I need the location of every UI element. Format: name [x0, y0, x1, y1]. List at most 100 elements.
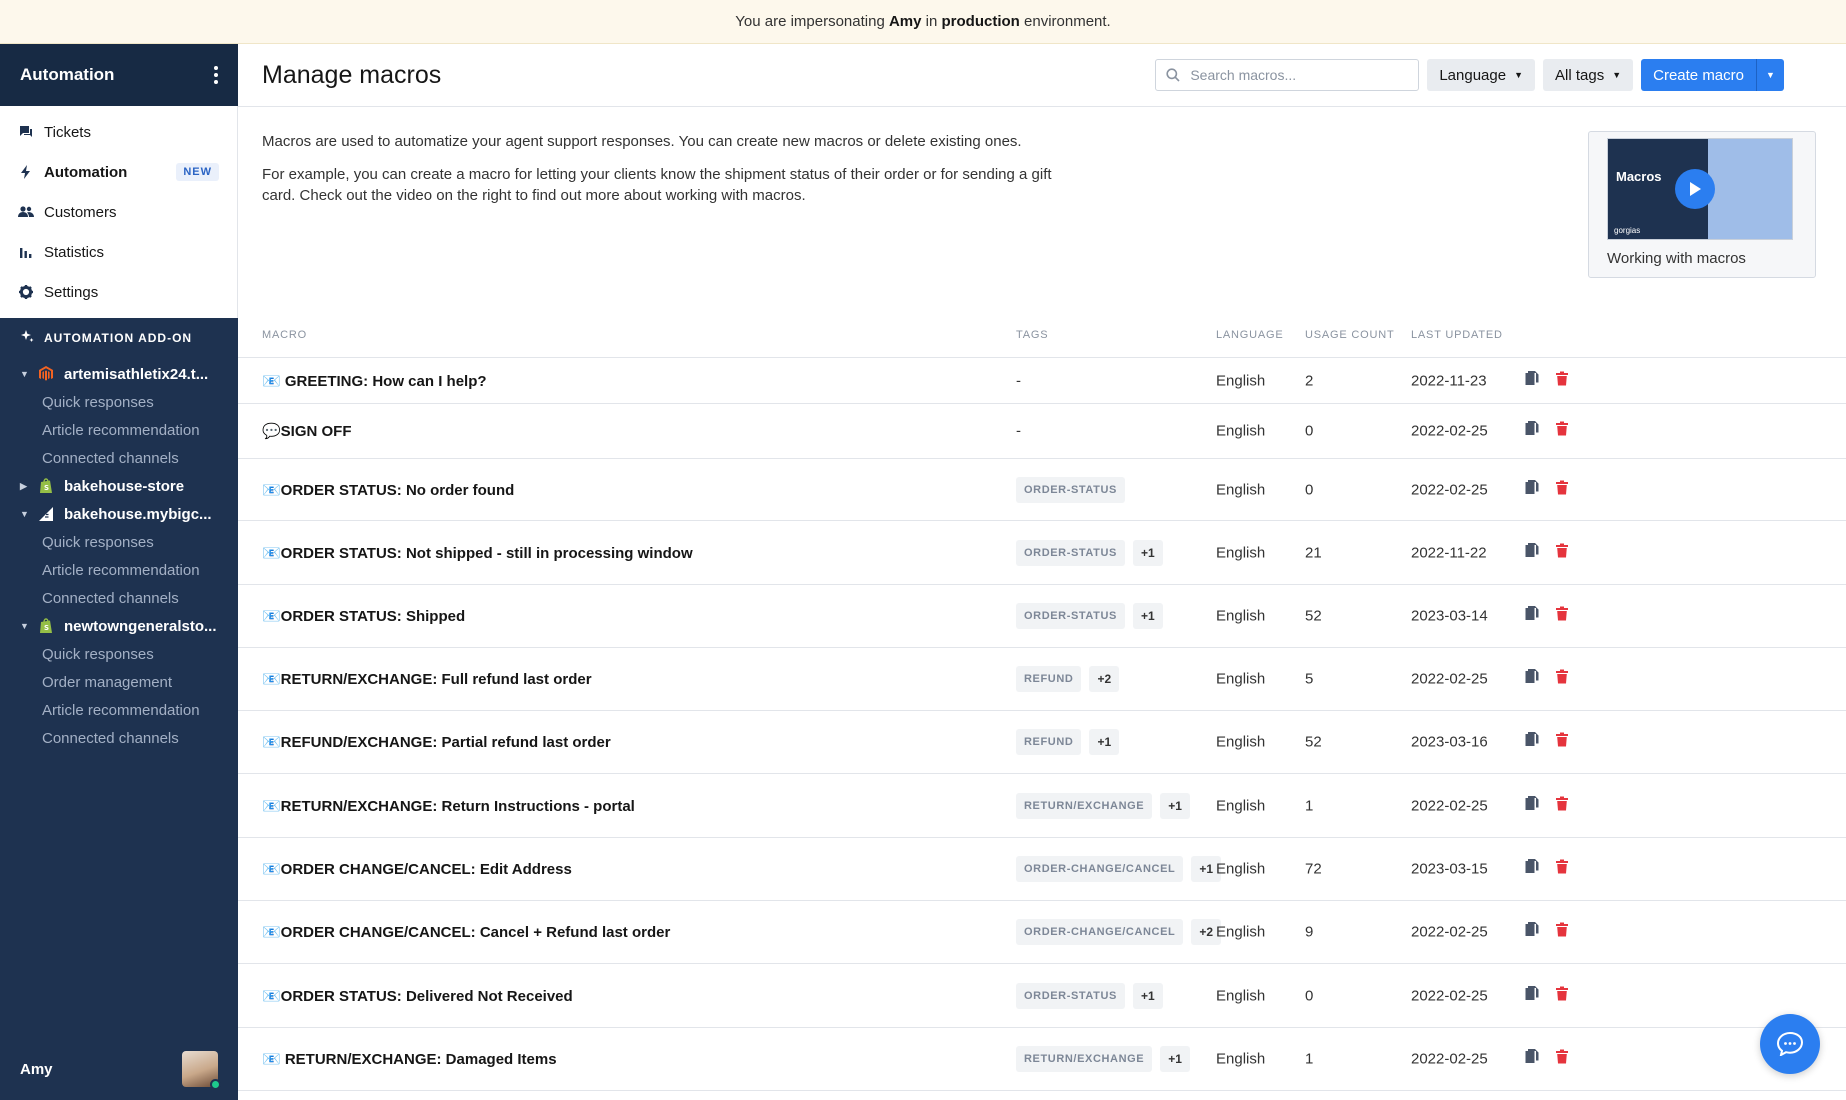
chevron-down-icon[interactable]: ▼: [20, 621, 34, 631]
avatar[interactable]: [182, 1051, 221, 1090]
macro-name[interactable]: 📧ORDER CHANGE/CANCEL: Edit Address: [262, 860, 572, 878]
play-icon[interactable]: [1675, 169, 1715, 209]
table-row[interactable]: 📧 RETURN/EXCHANGE: Damaged Items RETURN/E…: [238, 1028, 1846, 1091]
duplicate-icon[interactable]: [1525, 985, 1539, 1006]
delete-icon[interactable]: [1556, 421, 1568, 441]
tag-badge[interactable]: REFUND: [1016, 729, 1082, 755]
tag-badge[interactable]: RETURN/EXCHANGE: [1016, 1046, 1153, 1072]
tag-badge[interactable]: ORDER-STATUS: [1016, 539, 1125, 566]
tag-badge[interactable]: ORDER-STATUS: [1016, 603, 1125, 629]
duplicate-icon[interactable]: [1525, 421, 1539, 442]
duplicate-icon[interactable]: [1525, 370, 1539, 391]
store-newtowngeneralstore[interactable]: ▼ S newtowngeneralsto...: [0, 612, 238, 640]
store-article-recommendation[interactable]: Article recommendation: [0, 416, 238, 444]
macro-name[interactable]: 📧ORDER STATUS: Shipped: [262, 607, 465, 625]
delete-icon[interactable]: [1556, 732, 1568, 752]
macro-name[interactable]: 📧ORDER STATUS: Delivered Not Received: [262, 987, 573, 1005]
video-thumbnail[interactable]: Macros gorgias: [1607, 138, 1793, 240]
more-tags-badge[interactable]: +2: [1089, 666, 1120, 692]
macro-name[interactable]: 💬SIGN OFF: [262, 422, 352, 440]
chat-launcher-button[interactable]: [1760, 1014, 1820, 1074]
store-article-recommendation[interactable]: Article recommendation: [0, 556, 238, 584]
store-quick-responses[interactable]: Quick responses: [0, 528, 238, 556]
macro-name[interactable]: 📧 RETURN/EXCHANGE: Damaged Items: [262, 1050, 557, 1068]
table-row[interactable]: 📧ORDER STATUS: Not shipped - still in pr…: [238, 521, 1846, 585]
duplicate-icon[interactable]: [1525, 479, 1539, 500]
tags-dropdown[interactable]: All tags ▼: [1543, 59, 1634, 91]
store-connected-channels[interactable]: Connected channels: [0, 724, 238, 752]
video-card[interactable]: Macros gorgias Working with macros: [1588, 131, 1816, 278]
language-dropdown[interactable]: Language ▼: [1427, 59, 1535, 91]
macro-name[interactable]: 📧ORDER STATUS: No order found: [262, 481, 514, 499]
delete-icon[interactable]: [1556, 796, 1568, 815]
table-row[interactable]: 📧REFUND/EXCHANGE: Partial refund last or…: [238, 711, 1846, 774]
table-row[interactable]: 📧ORDER CHANGE/CANCEL: Edit Address ORDER-…: [238, 838, 1846, 901]
tag-badge[interactable]: ORDER-STATUS: [1016, 982, 1125, 1009]
macro-name[interactable]: 📧ORDER STATUS: Not shipped - still in pr…: [262, 544, 693, 562]
table-row[interactable]: 📧ORDER CHANGE/CANCEL: Cancel + Refund la…: [238, 901, 1846, 964]
table-row[interactable]: 📧ORDER STATUS: Shipped ORDER-STATUS +1 Engl…: [238, 585, 1846, 648]
delete-icon[interactable]: [1556, 859, 1568, 879]
more-tags-badge[interactable]: +1: [1160, 1046, 1190, 1072]
store-connected-channels[interactable]: Connected channels: [0, 444, 238, 472]
sidebar-item-customers[interactable]: Customers: [0, 192, 237, 232]
store-article-recommendation[interactable]: Article recommendation: [0, 696, 238, 724]
duplicate-icon[interactable]: [1525, 859, 1539, 880]
duplicate-icon[interactable]: [1525, 669, 1539, 690]
tag-badge[interactable]: REFUND: [1016, 666, 1082, 692]
duplicate-icon[interactable]: [1525, 922, 1539, 943]
table-row[interactable]: 📧RETURN/EXCHANGE: Return Instructions - …: [238, 774, 1846, 838]
macro-name[interactable]: 📧RETURN/EXCHANGE: Return Instructions - …: [262, 797, 635, 815]
table-row[interactable]: 📧ORDER STATUS: Delivered Not Received ORD…: [238, 964, 1846, 1028]
create-macro-dropdown-icon[interactable]: ▼: [1756, 59, 1784, 91]
delete-icon[interactable]: [1556, 480, 1568, 499]
sidebar-item-tickets[interactable]: Tickets: [0, 112, 237, 152]
tag-badge[interactable]: ORDER-CHANGE/CANCEL: [1016, 919, 1184, 945]
create-macro-button[interactable]: Create macro: [1641, 59, 1756, 91]
store-quick-responses[interactable]: Quick responses: [0, 388, 238, 416]
tag-badge[interactable]: ORDER-STATUS: [1016, 476, 1125, 503]
sidebar-item-settings[interactable]: Settings: [0, 272, 237, 312]
duplicate-icon[interactable]: [1525, 606, 1539, 627]
macro-name[interactable]: 📧ORDER CHANGE/CANCEL: Cancel + Refund la…: [262, 923, 670, 941]
duplicate-icon[interactable]: [1525, 1049, 1539, 1070]
kebab-menu-icon[interactable]: [214, 66, 218, 84]
sidebar-item-automation[interactable]: Automation NEW: [0, 152, 237, 192]
delete-icon[interactable]: [1556, 1049, 1568, 1069]
macro-name[interactable]: 📧 GREETING: How can I help?: [262, 372, 487, 390]
search-input[interactable]: [1190, 67, 1391, 83]
more-tags-badge[interactable]: +1: [1132, 603, 1163, 629]
store-bakehouse-mybigcommerce[interactable]: ▼ bakehouse.mybigc...: [0, 500, 238, 528]
chevron-down-icon[interactable]: ▼: [20, 369, 34, 379]
store-order-management[interactable]: Order management: [0, 668, 238, 696]
delete-icon[interactable]: [1556, 606, 1568, 626]
duplicate-icon[interactable]: [1525, 795, 1539, 816]
tag-badge[interactable]: ORDER-CHANGE/CANCEL: [1016, 856, 1184, 882]
table-row[interactable]: 📧 GREETING: How can I help? - English 2 2022…: [238, 358, 1846, 404]
store-artemisathletix24[interactable]: ▼ artemisathletix24.t...: [0, 360, 238, 388]
delete-icon[interactable]: [1556, 986, 1568, 1005]
duplicate-icon[interactable]: [1525, 732, 1539, 753]
col-usage-count: USAGE COUNT: [1305, 328, 1395, 341]
more-tags-badge[interactable]: +1: [1160, 792, 1190, 819]
chevron-right-icon[interactable]: ▶: [20, 481, 34, 492]
store-bakehouse-store[interactable]: ▶ S bakehouse-store: [0, 472, 238, 500]
more-tags-badge[interactable]: +1: [1132, 539, 1163, 566]
duplicate-icon[interactable]: [1525, 542, 1539, 563]
macro-name[interactable]: 📧REFUND/EXCHANGE: Partial refund last or…: [262, 733, 611, 751]
macro-name[interactable]: 📧RETURN/EXCHANGE: Full refund last order: [262, 670, 592, 688]
delete-icon[interactable]: [1556, 543, 1568, 562]
delete-icon[interactable]: [1556, 669, 1568, 689]
tag-badge[interactable]: RETURN/EXCHANGE: [1016, 792, 1153, 819]
table-row[interactable]: 📧RETURN/EXCHANGE: Full refund last order…: [238, 648, 1846, 711]
store-connected-channels[interactable]: Connected channels: [0, 584, 238, 612]
delete-icon[interactable]: [1556, 371, 1568, 390]
more-tags-badge[interactable]: +1: [1132, 982, 1163, 1009]
table-row[interactable]: 📧ORDER STATUS: No order found ORDER-STATU…: [238, 459, 1846, 521]
table-row[interactable]: 💬SIGN OFF - English 0 2022-02-25: [238, 404, 1846, 459]
more-tags-badge[interactable]: +1: [1089, 729, 1120, 755]
sidebar-item-statistics[interactable]: Statistics: [0, 232, 237, 272]
delete-icon[interactable]: [1556, 922, 1568, 942]
store-quick-responses[interactable]: Quick responses: [0, 640, 238, 668]
chevron-down-icon[interactable]: ▼: [20, 509, 34, 519]
